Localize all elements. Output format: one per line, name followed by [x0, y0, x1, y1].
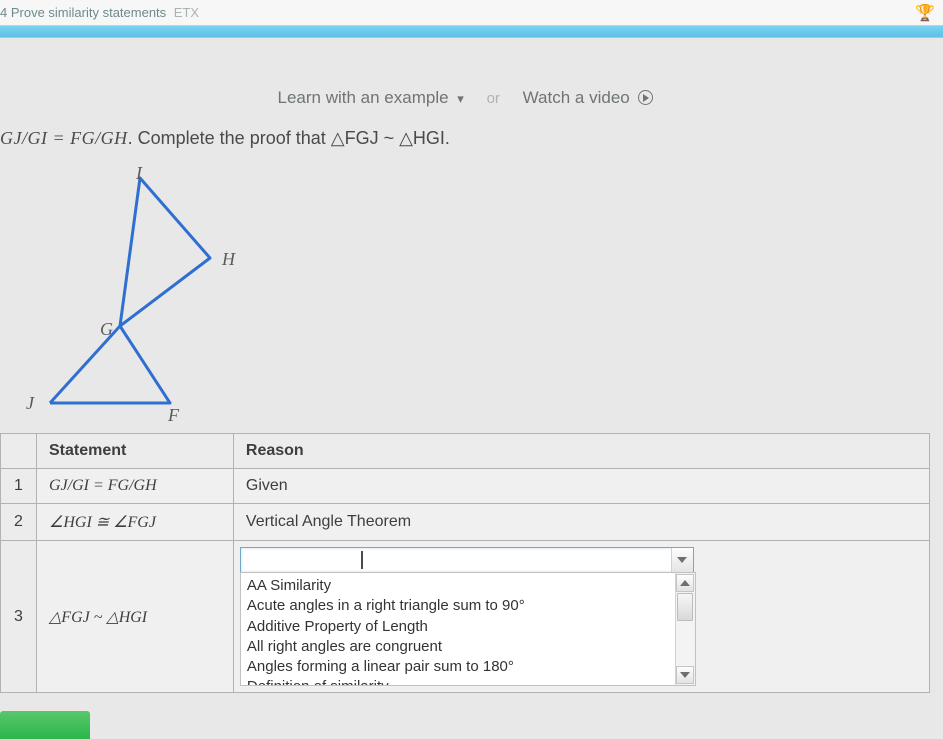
chevron-down-icon[interactable]	[671, 548, 693, 572]
reason-select[interactable]	[240, 547, 694, 573]
dropdown-option[interactable]: Angles forming a linear pair sum to 180°	[247, 657, 689, 677]
chevron-down-icon: ▾	[457, 91, 464, 106]
row-reason: Vertical Angle Theorem	[233, 504, 929, 541]
accent-bar	[0, 26, 943, 38]
proof-table: Statement Reason 1 GJ/GI = FG/GH Given 2…	[0, 433, 930, 693]
dropdown-option[interactable]: AA Similarity	[247, 576, 689, 596]
col-header-reason: Reason	[233, 434, 929, 469]
scroll-down-button[interactable]	[676, 666, 694, 684]
trophy-icon[interactable]: 🏆	[915, 3, 935, 23]
col-header-statement: Statement	[37, 434, 234, 469]
watch-video-link[interactable]: Watch a video	[523, 88, 654, 107]
reason-dropdown: AA Similarity Acute angles in a right tr…	[240, 572, 696, 686]
figure-svg	[10, 163, 310, 423]
point-label-g: G	[100, 319, 113, 340]
learn-example-label: Learn with an example	[278, 88, 449, 107]
row-reason-cell: AA Similarity Acute angles in a right tr…	[233, 541, 929, 693]
row-num: 1	[1, 469, 37, 504]
helper-links: Learn with an example ▾ or Watch a video	[0, 88, 931, 108]
dropdown-option[interactable]: Additive Property of Length	[247, 617, 689, 637]
table-row: 1 GJ/GI = FG/GH Given	[1, 469, 930, 504]
play-icon	[638, 90, 653, 105]
table-header-row: Statement Reason	[1, 434, 930, 469]
top-bar: 4 Prove similarity statements ETX 🏆	[0, 0, 943, 26]
row-statement: △FGJ ~ △HGI	[49, 609, 147, 626]
scroll-up-button[interactable]	[676, 574, 694, 592]
scroll-thumb[interactable]	[677, 593, 693, 621]
breadcrumb: 4 Prove similarity statements ETX	[0, 5, 199, 20]
breadcrumb-suffix: ETX	[174, 5, 199, 20]
problem-statement: GJ/GI = FG/GH. Complete the proof that △…	[0, 128, 931, 149]
problem-given: GJ/GI = FG/GH	[0, 128, 128, 148]
row-num: 2	[1, 504, 37, 541]
row-statement: GJ/GI = FG/GH	[49, 477, 157, 494]
table-row: 3 △FGJ ~ △HGI AA Similarity Acute angles…	[1, 541, 930, 693]
table-row: 2 ∠HGI ≅ ∠FGJ Vertical Angle Theorem	[1, 504, 930, 541]
dropdown-option[interactable]: All right angles are congruent	[247, 637, 689, 657]
submit-button[interactable]	[0, 711, 90, 739]
problem-tail: . Complete the proof that △FGJ ~ △HGI.	[128, 128, 450, 148]
dropdown-scrollbar[interactable]	[675, 573, 695, 685]
helper-or: or	[487, 90, 500, 107]
col-header-num	[1, 434, 37, 469]
geometry-figure: I H G F J	[10, 163, 310, 423]
point-label-i: I	[136, 163, 142, 184]
dropdown-option[interactable]: Acute angles in a right triangle sum to …	[247, 596, 689, 616]
point-label-h: H	[222, 249, 235, 270]
watch-video-label: Watch a video	[523, 88, 630, 107]
point-label-f: F	[168, 405, 179, 426]
learn-example-link[interactable]: Learn with an example ▾	[278, 88, 469, 107]
row-num: 3	[1, 541, 37, 693]
point-label-j: J	[26, 393, 34, 414]
text-cursor	[361, 551, 363, 569]
row-reason: Given	[233, 469, 929, 504]
dropdown-option[interactable]: Definition of similarity	[247, 677, 689, 685]
row-statement: ∠HGI ≅ ∠FGJ	[49, 514, 156, 531]
breadcrumb-title: 4 Prove similarity statements	[0, 5, 166, 20]
